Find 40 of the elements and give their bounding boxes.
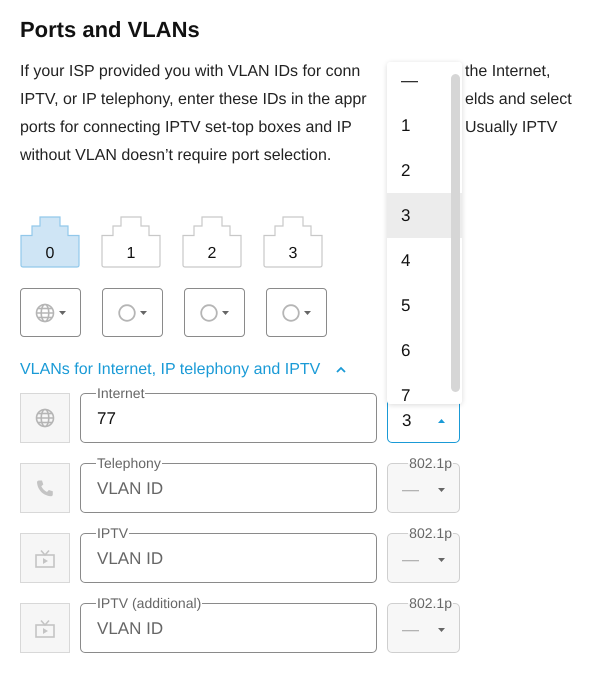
description-text: If your ISP provided you with VLAN IDs for conn — [20, 62, 362, 82]
caret-icon — [438, 558, 445, 562]
dropdown-option[interactable]: 6 — [387, 328, 462, 373]
tv-icon — [35, 548, 55, 568]
circle-icon — [282, 304, 300, 322]
ethernet-port-button[interactable]: 1 — [101, 216, 161, 268]
circle-icon — [200, 304, 218, 322]
tv-icon — [35, 618, 55, 638]
dropdown-option[interactable]: 5 — [387, 283, 462, 328]
ethernet-port-button[interactable]: 0 — [20, 216, 80, 268]
page-title: Ports and VLANs — [20, 16, 201, 44]
description-text: Usually IPTV — [465, 118, 558, 138]
dropdown-option[interactable]: 4 — [387, 238, 462, 283]
port-mode-select[interactable] — [184, 288, 245, 337]
ethernet-port-button[interactable]: 3 — [263, 216, 323, 268]
caret-icon — [304, 310, 311, 314]
description-text: elds and select — [465, 90, 572, 110]
caret-icon — [59, 310, 66, 314]
caret-up-icon — [438, 419, 445, 423]
caret-icon — [222, 310, 229, 314]
ethernet-port-button[interactable]: 2 — [182, 216, 242, 268]
caret-icon — [140, 310, 147, 314]
description-text: IPTV, or IP telephony, enter these IDs in the appr — [20, 90, 368, 110]
vlan-id-field[interactable]: Internet 77 — [80, 386, 377, 443]
globe-icon — [35, 302, 55, 322]
dropdown-option[interactable]: 1 — [387, 103, 462, 148]
phone-icon — [35, 478, 55, 498]
caret-icon — [438, 488, 445, 492]
port-mode-select[interactable] — [266, 288, 327, 337]
caret-icon — [438, 628, 445, 632]
dropdown-option[interactable]: — — [387, 62, 462, 103]
vlan-id-input[interactable]: 77 — [97, 409, 357, 429]
circle-icon — [118, 304, 136, 322]
port-mode-select[interactable] — [20, 288, 81, 337]
description-text: ports for connecting IPTV set-top boxes and IP — [20, 118, 353, 138]
globe-icon — [35, 408, 55, 428]
description-text: without VLAN doesn’t require port selection. — [20, 146, 332, 166]
dropdown-option[interactable]: 2 — [387, 148, 462, 193]
description-text: the Internet, — [465, 62, 550, 82]
port-mode-select[interactable] — [102, 288, 163, 337]
